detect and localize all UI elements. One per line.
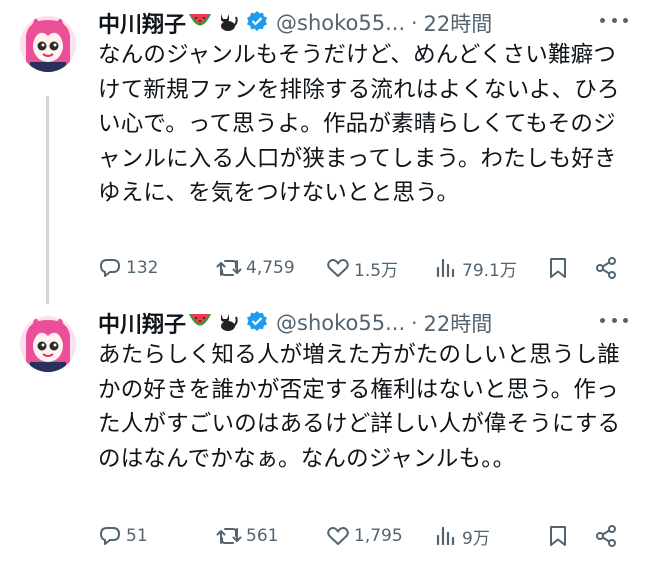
repost-button[interactable]: 561 xyxy=(216,524,326,548)
share-icon xyxy=(594,524,618,548)
tweet-text: なんのジャンルもそうだけど、めんどくさい難癖つけて新規ファンを排除する流れはよく… xyxy=(98,42,620,206)
views-button[interactable]: 79.1万 xyxy=(434,256,546,281)
timestamp[interactable]: 22時間 xyxy=(423,8,492,38)
repost-icon xyxy=(216,524,242,548)
verified-badge-icon xyxy=(246,310,268,336)
like-count: 1,795 xyxy=(354,526,403,546)
bookmark-button[interactable] xyxy=(546,256,594,280)
more-icon[interactable] xyxy=(600,310,628,330)
views-button[interactable]: 9万 xyxy=(434,524,546,549)
like-icon xyxy=(326,256,350,280)
repost-button[interactable]: 4,759 xyxy=(216,256,326,280)
separator: · xyxy=(411,11,418,35)
repost-count: 561 xyxy=(246,526,279,546)
repost-icon xyxy=(216,256,242,280)
avatar[interactable] xyxy=(20,16,76,72)
handle[interactable]: @shoko55... xyxy=(276,311,405,335)
like-icon xyxy=(326,524,350,548)
tweet[interactable]: 中川翔子 @shoko55... · 22時間 あたらしく知る人が増えた方がたの… xyxy=(0,300,650,576)
reply-icon xyxy=(98,256,122,280)
handle[interactable]: @shoko55... xyxy=(276,11,405,35)
share-button[interactable] xyxy=(594,256,624,280)
reply-icon xyxy=(98,524,122,548)
views-count: 79.1万 xyxy=(462,260,517,281)
reply-count: 132 xyxy=(126,258,159,278)
like-button[interactable]: 1,795 xyxy=(326,524,434,548)
timestamp[interactable]: 22時間 xyxy=(423,308,492,338)
views-icon xyxy=(434,524,458,548)
views-count: 9万 xyxy=(462,528,490,549)
bookmark-icon xyxy=(546,524,570,548)
action-bar: 132 4,759 1.5万 79.1万 xyxy=(98,252,628,284)
thread-connector xyxy=(46,96,49,304)
reply-button[interactable]: 51 xyxy=(98,524,216,548)
repost-count: 4,759 xyxy=(246,258,295,278)
watermelon-icon xyxy=(188,311,212,335)
like-button[interactable]: 1.5万 xyxy=(326,256,434,281)
display-name[interactable]: 中川翔子 xyxy=(98,307,186,339)
reply-count: 51 xyxy=(126,526,148,546)
action-bar: 51 561 1,795 9万 xyxy=(98,520,628,552)
views-icon xyxy=(434,256,458,280)
reply-button[interactable]: 132 xyxy=(98,256,216,280)
more-icon[interactable] xyxy=(600,10,628,30)
bookmark-icon xyxy=(546,256,570,280)
bookmark-button[interactable] xyxy=(546,524,594,548)
share-icon xyxy=(594,256,618,280)
tweet[interactable]: 中川翔子 @shoko55... · 22時間 なんのジャンルもそうだけど、めん… xyxy=(0,0,650,300)
separator: · xyxy=(411,311,418,335)
black-cat-icon xyxy=(216,310,238,336)
black-cat-icon xyxy=(216,10,238,36)
like-count: 1.5万 xyxy=(354,260,399,281)
watermelon-icon xyxy=(188,11,212,35)
display-name[interactable]: 中川翔子 xyxy=(98,7,186,39)
share-button[interactable] xyxy=(594,524,624,548)
avatar[interactable] xyxy=(20,316,76,372)
verified-badge-icon xyxy=(246,10,268,36)
tweet-text: あたらしく知る人が増えた方がたのしいと思うし誰かの好きを誰かが否定する権利はない… xyxy=(98,342,621,472)
